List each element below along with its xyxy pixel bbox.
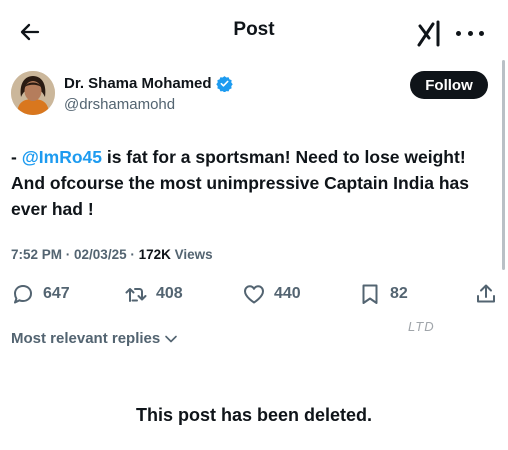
like-count: 440 (274, 285, 301, 302)
grok-button[interactable] (416, 18, 446, 48)
more-options-button[interactable] (456, 28, 484, 38)
follow-button[interactable]: Follow (410, 71, 488, 99)
repost-icon (125, 288, 147, 302)
bookmark-count: 82 (390, 285, 408, 302)
like-icon (244, 285, 264, 304)
verified-badge-icon (215, 76, 233, 92)
meta-separator: · (126, 247, 139, 262)
bookmark-icon (362, 284, 378, 304)
author-name-text: Dr. Shama Mohamed (64, 75, 212, 92)
mention-link[interactable]: @ImRo45 (22, 147, 102, 167)
reply-button[interactable]: 647 (11, 278, 70, 310)
views-count: 172K (138, 247, 171, 262)
grok-icon (417, 20, 440, 47)
avatar[interactable] (11, 71, 55, 115)
reply-count: 647 (43, 285, 70, 302)
top-bar: Post (0, 0, 508, 62)
author-name[interactable]: Dr. Shama Mohamed (64, 75, 233, 92)
post-meta: 7:52 PM · 02/03/25 · 172K Views (11, 247, 213, 262)
author-handle[interactable]: @drshamamohd (64, 96, 175, 113)
like-button[interactable]: 440 (242, 278, 301, 310)
post-date[interactable]: 02/03/25 (74, 247, 127, 262)
post-time[interactable]: 7:52 PM (11, 247, 62, 262)
replies-sort-dropdown[interactable]: Most relevant replies (11, 330, 178, 347)
action-bar: 647 408 440 82 (0, 278, 508, 310)
chevron-down-icon (165, 335, 178, 342)
replies-sort-label: Most relevant replies (11, 330, 161, 347)
share-icon (477, 284, 495, 303)
bookmark-button[interactable]: 82 (358, 278, 408, 310)
views-label: Views (174, 247, 213, 262)
reply-icon (14, 285, 32, 304)
repost-button[interactable]: 408 (124, 278, 183, 310)
watermark-text: LTD (408, 319, 435, 334)
meta-separator: · (62, 247, 75, 262)
profile-photo (11, 71, 55, 115)
share-button[interactable] (474, 278, 498, 310)
deleted-post-notice: This post has been deleted. (135, 405, 373, 425)
post-text: - @ImRo45 is fat for a sportsman! Need t… (11, 144, 497, 222)
post-text-prefix: - (11, 147, 22, 167)
repost-count: 408 (156, 285, 183, 302)
scrollbar[interactable] (502, 60, 505, 270)
more-icon (456, 30, 461, 36)
